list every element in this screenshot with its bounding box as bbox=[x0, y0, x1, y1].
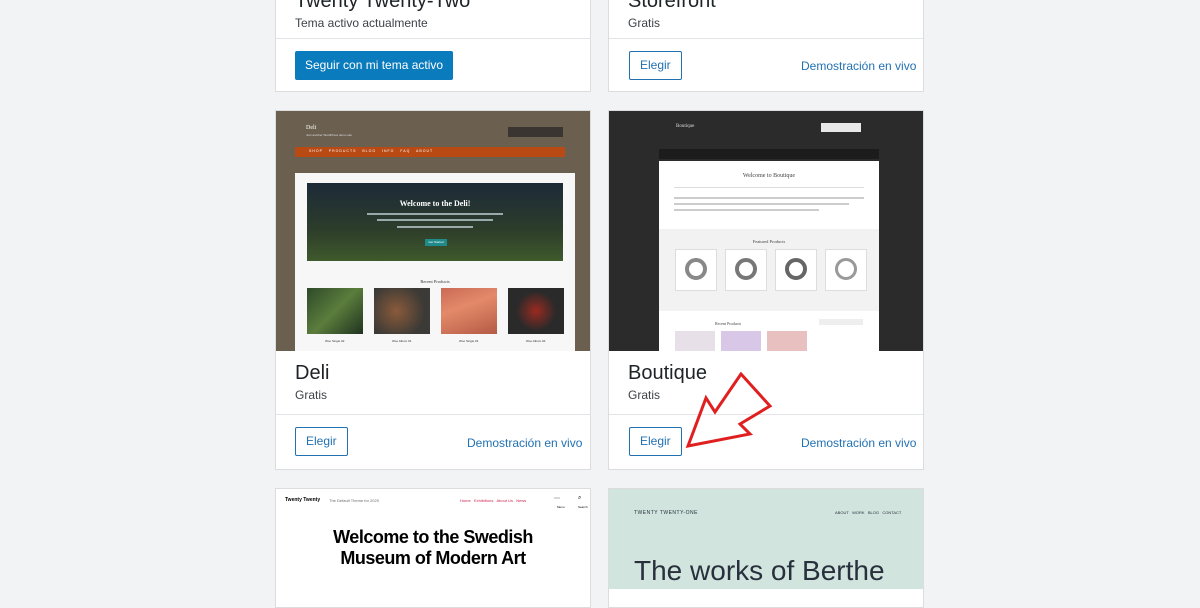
preview-product-name: Woo Single #2 bbox=[325, 339, 345, 343]
preview-product-name: Woo Album #4 bbox=[526, 339, 546, 343]
theme-name: Deli bbox=[295, 362, 330, 384]
annotation-arrow-icon bbox=[685, 372, 773, 448]
preview-site-title: Twenty Twenty bbox=[285, 497, 321, 503]
preview-recent-title: Recent Products bbox=[715, 321, 742, 326]
live-demo-link[interactable]: Demostración en vivo bbox=[467, 436, 582, 450]
preview-product-image bbox=[825, 249, 867, 291]
preview-product-image bbox=[374, 288, 430, 334]
preview-product-image bbox=[775, 249, 817, 291]
theme-preview-twenty-twenty-one[interactable]: TWENTY TWENTY-ONE ABOUT WORK BLOG CONTAC… bbox=[609, 489, 923, 589]
preview-product-image bbox=[725, 249, 767, 291]
preview-heading: The works of Berthe bbox=[634, 555, 885, 586]
keep-active-theme-button[interactable]: Seguir con mi tema activo bbox=[295, 51, 454, 80]
preview-product-name: Woo Album #1 bbox=[392, 339, 412, 343]
preview-heading: Welcome to the Swedish Museum of Modern … bbox=[333, 527, 533, 568]
preview-product-image bbox=[441, 288, 497, 334]
preview-product-image bbox=[675, 331, 715, 351]
theme-card-twenty-twenty-one: TWENTY TWENTY-ONE ABOUT WORK BLOG CONTAC… bbox=[608, 488, 924, 608]
theme-status: Tema activo actualmente bbox=[295, 16, 428, 30]
preview-site-title: Boutique bbox=[676, 124, 695, 129]
theme-name: Storefront bbox=[628, 0, 716, 12]
theme-card-deli: Deli Just another WordPress demo site SH… bbox=[275, 110, 591, 470]
preview-nav: Home Exhibitions About Us News bbox=[460, 498, 527, 503]
preview-search-box bbox=[821, 123, 861, 132]
preview-site-title: TWENTY TWENTY-ONE bbox=[634, 510, 698, 516]
choose-button[interactable]: Elegir bbox=[295, 427, 348, 456]
preview-hero-button: Get Started bbox=[425, 239, 447, 246]
preview-hero-title: Welcome to the Deli! bbox=[399, 199, 471, 208]
theme-card-twenty-twenty: Twenty Twenty The Default Theme for 2020… bbox=[275, 488, 591, 608]
preview-product-image bbox=[675, 249, 717, 291]
preview-menu-label: Menu bbox=[557, 505, 565, 509]
preview-site-title: Deli bbox=[306, 125, 317, 131]
live-demo-link[interactable]: Demostración en vivo bbox=[801, 59, 916, 73]
preview-content: Welcome to the Deli! Get Started Recent … bbox=[295, 173, 575, 351]
preview-featured-title: Featured Products bbox=[752, 239, 786, 244]
theme-card-storefront: Storefront Gratis Elegir Demostración en… bbox=[608, 0, 924, 92]
divider bbox=[276, 38, 590, 39]
preview-welcome: Welcome to Boutique bbox=[742, 173, 796, 179]
theme-status: Gratis bbox=[295, 388, 328, 402]
preview-hero: Welcome to the Deli! Get Started bbox=[307, 183, 563, 261]
preview-product-image bbox=[508, 288, 564, 334]
theme-preview-twenty-twenty[interactable]: Twenty Twenty The Default Theme for 2020… bbox=[276, 489, 590, 589]
search-icon: ⌕ bbox=[578, 495, 582, 501]
live-demo-link[interactable]: Demostración en vivo bbox=[801, 436, 916, 450]
menu-icon: ⋯ bbox=[554, 496, 560, 502]
preview-nav: ABOUT WORK BLOG CONTACT bbox=[835, 510, 902, 515]
preview-product-image bbox=[721, 331, 761, 351]
preview-search-box bbox=[508, 127, 563, 137]
divider bbox=[276, 414, 590, 415]
theme-name: Twenty Twenty-Two bbox=[295, 0, 471, 12]
preview-product-image bbox=[307, 288, 363, 334]
theme-card-twenty-twenty-two: Twenty Twenty-Two Tema activo actualment… bbox=[275, 0, 591, 92]
preview-product-image bbox=[767, 331, 807, 351]
divider bbox=[609, 38, 923, 39]
preview-product-name: Woo Single #1 bbox=[459, 339, 479, 343]
theme-status: Gratis bbox=[628, 16, 661, 30]
preview-content: Welcome to Boutique Featured Products Re… bbox=[659, 161, 879, 351]
choose-button[interactable]: Elegir bbox=[629, 427, 682, 456]
preview-nav-bar: SHOP PRODUCTS BLOG INFO FAQ ABOUT bbox=[295, 147, 565, 157]
preview-section-title: Recent Products bbox=[420, 279, 450, 284]
theme-preview-deli[interactable]: Deli Just another WordPress demo site SH… bbox=[276, 111, 590, 351]
choose-button[interactable]: Elegir bbox=[629, 51, 682, 80]
preview-featured-section: Featured Products bbox=[659, 229, 879, 311]
preview-nav-bar bbox=[659, 149, 879, 159]
preview-search-label: Search bbox=[578, 505, 588, 509]
theme-preview-boutique[interactable]: Boutique Welcome to Boutique Featured Pr… bbox=[609, 111, 923, 351]
preview-tagline: Just another WordPress demo site bbox=[306, 133, 352, 137]
preview-tagline: The Default Theme for 2020 bbox=[329, 498, 379, 503]
